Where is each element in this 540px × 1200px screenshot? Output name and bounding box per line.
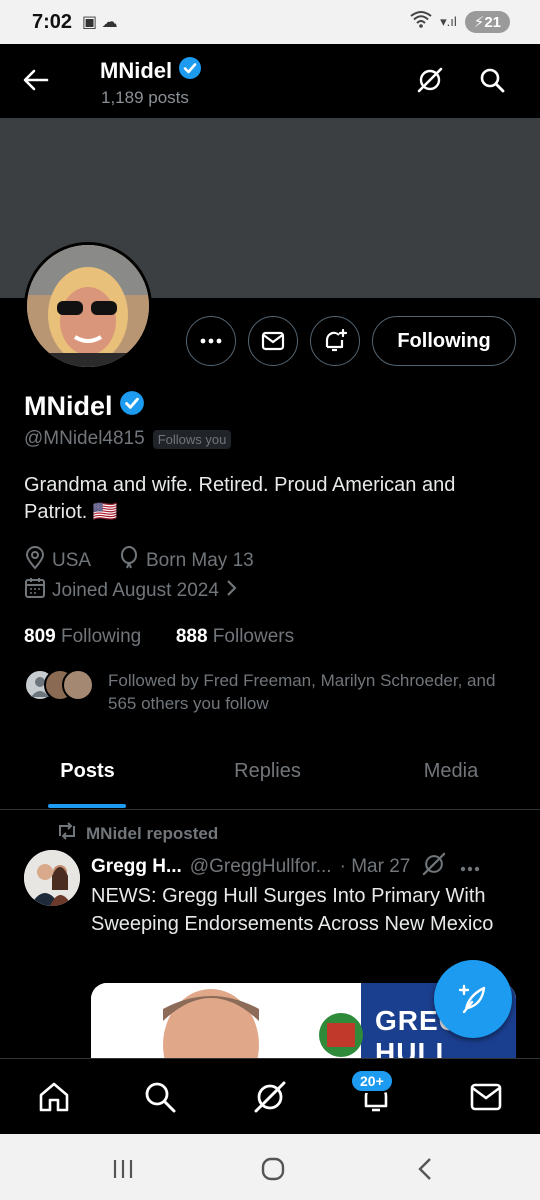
following-stat[interactable]: 809 Following — [24, 626, 141, 647]
balloon-icon — [118, 546, 140, 576]
following-button[interactable]: Following — [372, 316, 516, 366]
tab-divider — [0, 809, 540, 810]
calendar-icon — [24, 577, 46, 605]
verified-badge-icon — [178, 56, 202, 86]
home-icon[interactable] — [34, 1077, 74, 1117]
followed-by-text[interactable]: Followed by Fred Freeman, Marilyn Schroe… — [108, 669, 518, 715]
profile-name-row: MNidel — [24, 390, 145, 423]
follows-you-badge: Follows you — [152, 429, 232, 449]
following-label: Following — [60, 626, 142, 647]
followers-stat[interactable]: 888 Followers — [176, 626, 294, 647]
status-time: 7:02 — [32, 11, 73, 33]
profile-handle-row: @MNidel4815 Follows you — [24, 428, 232, 450]
header-title: MNidel — [100, 56, 202, 86]
battery-level: 21 — [484, 13, 501, 31]
chevron-right-icon — [225, 578, 237, 604]
location-text: USA — [52, 550, 92, 571]
joined-text: Joined August 2024 — [52, 580, 219, 601]
signal-icon: ▾.ıl — [440, 13, 457, 29]
post-date[interactable]: · Mar 27 — [340, 856, 411, 878]
bottom-navigation — [0, 1058, 540, 1135]
profile-avatar[interactable] — [24, 242, 152, 370]
notify-button[interactable] — [310, 316, 360, 366]
grok-icon[interactable] — [412, 62, 448, 98]
joined-row[interactable]: Joined August 2024 — [24, 577, 237, 605]
search-icon[interactable] — [140, 1077, 180, 1117]
status-left-icons: ▣ ☁ — [82, 14, 118, 31]
post-more-icon[interactable] — [460, 856, 480, 878]
feather-plus-icon — [458, 984, 486, 1014]
birthday-text: Born May 13 — [146, 550, 254, 571]
grok-icon[interactable] — [250, 1077, 290, 1117]
repost-header: MNidel reposted — [56, 822, 218, 845]
follow-stats: 809 Following 888 Followers — [24, 626, 294, 648]
followers-count: 888 — [175, 626, 208, 647]
following-count: 809 — [24, 626, 56, 647]
active-tab-indicator — [48, 804, 126, 808]
more-dots-icon — [200, 338, 222, 344]
followers-label: Followers — [212, 626, 295, 647]
battery-indicator: ⚡21 — [464, 10, 510, 33]
mail-icon — [261, 331, 285, 351]
grok-icon[interactable] — [422, 852, 446, 882]
system-navigation-bar — [0, 1134, 540, 1200]
header-post-count: 1,189 posts — [101, 88, 189, 107]
post-author-name[interactable]: Gregg H... — [91, 856, 182, 878]
tab-media[interactable]: Media — [362, 760, 540, 783]
tab-replies[interactable]: Replies — [180, 760, 355, 783]
repost-label: MNidel reposted — [86, 823, 219, 843]
repost-icon — [56, 822, 78, 845]
header-name: MNidel — [100, 58, 173, 83]
profile-handle: @MNidel4815 — [24, 428, 145, 449]
location-row: USA — [24, 546, 91, 576]
post-text[interactable]: NEWS: Gregg Hull Surges Into Primary Wit… — [91, 882, 516, 938]
back-button-icon[interactable] — [410, 1154, 440, 1184]
location-pin-icon — [24, 546, 46, 576]
search-icon[interactable] — [474, 62, 510, 98]
notification-count-badge[interactable]: 20+ — [350, 1069, 394, 1093]
post-author-handle[interactable]: @GreggHullfor... — [190, 856, 332, 878]
messages-icon[interactable] — [466, 1077, 506, 1117]
wifi-icon — [410, 10, 432, 33]
post-meta-line: Gregg H... @GreggHullfor... · Mar 27 — [91, 852, 521, 882]
bell-plus-icon — [325, 328, 348, 352]
post-author-avatar[interactable] — [24, 850, 80, 906]
home-button-icon[interactable] — [258, 1154, 288, 1184]
verified-badge-icon — [119, 390, 145, 423]
birthday-row: Born May 13 — [118, 546, 254, 576]
more-options-button[interactable] — [186, 316, 236, 366]
status-bar: 7:02 ▣ ☁ ▾.ıl ⚡21 — [0, 0, 540, 44]
recent-apps-icon[interactable] — [108, 1154, 138, 1184]
profile-name: MNidel — [24, 391, 113, 421]
mutual-avatar-3 — [62, 669, 94, 701]
message-button[interactable] — [248, 316, 298, 366]
tab-posts[interactable]: Posts — [0, 760, 175, 783]
compose-post-button[interactable] — [434, 960, 512, 1038]
back-arrow-icon[interactable] — [18, 62, 54, 98]
profile-bio: Grandma and wife. Retired. Proud America… — [24, 474, 456, 523]
profile-header: MNidel 1,189 posts — [0, 44, 540, 118]
